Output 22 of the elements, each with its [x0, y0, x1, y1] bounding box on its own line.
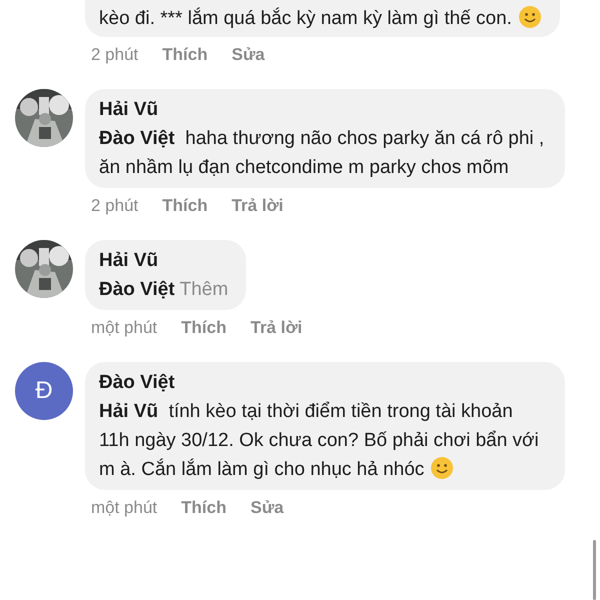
comment-text: Hải Vũ tính kèo tại thời điểm tiền trong tài khoản 11h ngày 30/12. Ok chưa con? Bố phải chơi bẩn với m à. Cắn lắm làm gì cho nhục hả nhóc [99, 400, 540, 482]
comment-text: Đào Việt Thêm [99, 278, 228, 302]
comment-text: Đào Việt haha thương não chos parky ăn cá rô phi , ăn nhầm lụ đạn chetcondime m parky chos mõm [99, 127, 546, 180]
reply-link[interactable]: Trả lời [250, 318, 302, 338]
comment-author[interactable]: Hải Vũ [99, 95, 547, 124]
avatar[interactable]: Đ [15, 362, 73, 420]
comment-text: kèo đi. *** lắm quá bắc kỳ nam kỳ làm gì thế con. [99, 4, 542, 33]
comment-author[interactable]: Đào Việt [99, 368, 547, 397]
comment-time: một phút [91, 318, 158, 338]
comment-time: 2 phút [91, 196, 138, 216]
like-link[interactable]: Thích [162, 196, 208, 216]
like-link[interactable]: Thích [181, 318, 226, 338]
like-link[interactable]: Thích [181, 498, 226, 518]
reply-link[interactable]: Trả lời [232, 196, 284, 216]
like-link[interactable]: Thích [162, 45, 208, 65]
reply-link[interactable]: Sửa [232, 45, 265, 65]
comment-time: một phút [91, 498, 158, 518]
scrollbar[interactable] [593, 540, 596, 600]
comment-author[interactable]: Hải Vũ [99, 246, 228, 275]
comment-time: 2 phút [91, 45, 138, 65]
reply-link[interactable]: Sửa [250, 498, 284, 518]
see-more-link[interactable]: Thêm [180, 279, 228, 300]
